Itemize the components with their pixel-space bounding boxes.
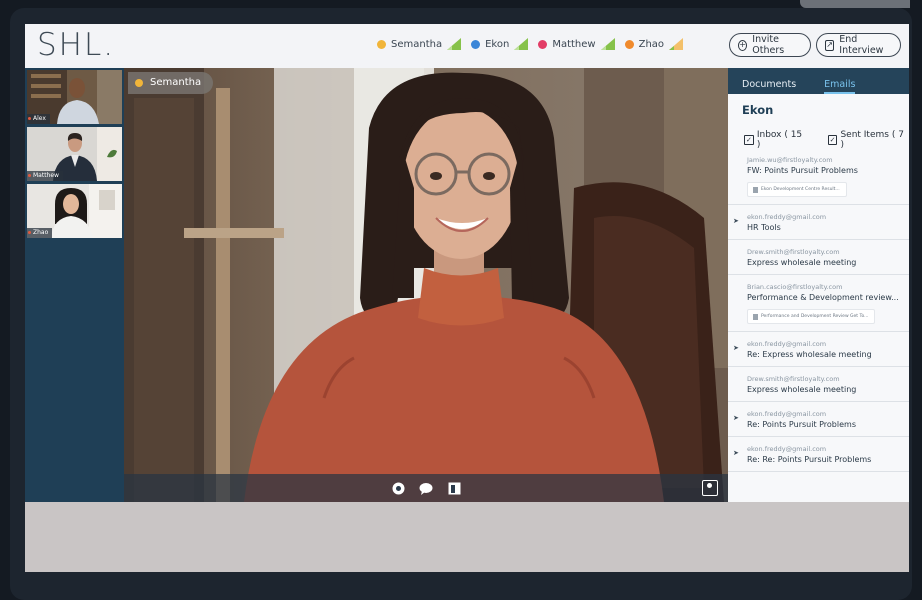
email-item[interactable]: ➤ ekon.freddy@gmail.com HR Tools — [728, 205, 909, 240]
app-screen: SHL. Semantha Ekon Matthew Zhao + Invite… — [25, 24, 909, 572]
email-subject: Re: Re: Points Pursuit Problems — [747, 455, 872, 464]
reply-arrow-icon: ➤ — [733, 217, 739, 225]
email-subject: Re: Points Pursuit Problems — [747, 420, 856, 429]
participant-semantha[interactable]: Semantha — [377, 38, 462, 50]
signal-strength-icon — [669, 38, 684, 50]
participant-zhao[interactable]: Zhao — [624, 38, 684, 50]
email-sender: Drew.smith@firstloyalty.com — [747, 248, 840, 256]
email-subject: Performance & Development review... — [747, 293, 899, 302]
checkbox-icon: ✓ — [744, 135, 754, 145]
reply-arrow-icon: ➤ — [733, 449, 739, 457]
email-item[interactable]: ➤ ekon.freddy@gmail.com Re: Points Pursu… — [728, 402, 909, 437]
reply-arrow-icon: ➤ — [733, 414, 739, 422]
email-subject: Express wholesale meeting — [747, 385, 857, 394]
email-list: Jamie.wu@firstloyalty.com FW: Points Pur… — [728, 148, 909, 472]
reply-arrow-icon: ➤ — [733, 344, 739, 352]
email-sender: ekon.freddy@gmail.com — [747, 213, 827, 221]
invite-others-button[interactable]: + Invite Others — [729, 33, 811, 57]
sent-folder[interactable]: ✓ Sent Items ( 7 ) — [827, 130, 909, 150]
file-icon — [753, 313, 758, 320]
thumbnail-matthew[interactable]: Matthew — [27, 127, 122, 181]
attachment-chip[interactable]: Performance and Development Review Get T… — [747, 309, 876, 324]
self-view-icon[interactable] — [702, 480, 718, 496]
email-sender: ekon.freddy@gmail.com — [747, 445, 827, 453]
settings-icon[interactable] — [391, 481, 405, 495]
plus-circle-icon: + — [738, 39, 748, 51]
end-interview-button[interactable]: ↗ End Interview — [816, 33, 901, 57]
participant-matthew[interactable]: Matthew — [538, 38, 615, 50]
email-sender: ekon.freddy@gmail.com — [747, 410, 827, 418]
status-dot-icon — [624, 39, 634, 49]
device-frame-highlight — [800, 0, 910, 8]
email-item[interactable]: ➤ ekon.freddy@gmail.com Re: Express whol… — [728, 332, 909, 367]
status-dot-icon — [471, 39, 481, 49]
status-dot-icon — [538, 39, 548, 49]
main-video-feed — [124, 68, 728, 502]
participant-ekon[interactable]: Ekon — [471, 38, 529, 50]
shl-logo: SHL. — [37, 27, 115, 63]
tab-documents[interactable]: Documents — [742, 79, 796, 94]
side-panel: Documents Emails Ekon ✓ Inbox ( 15 ) ✓ S… — [728, 68, 909, 502]
thumbnail-name: Zhao — [27, 228, 53, 238]
status-dot-icon — [377, 39, 386, 49]
panel-tabs: Documents Emails — [728, 68, 909, 94]
mail-folders: ✓ Inbox ( 15 ) ✓ Sent Items ( 7 ) — [744, 130, 909, 150]
attachment-name: Performance and Development Review Get T… — [761, 314, 869, 319]
email-item[interactable]: Drew.smith@firstloyalty.com Express whol… — [728, 240, 909, 275]
email-subject: HR Tools — [747, 223, 781, 232]
thumbnail-alex[interactable]: Alex — [27, 70, 122, 124]
contact-name: Ekon — [742, 103, 774, 117]
participant-name: Semantha — [391, 38, 443, 50]
inbox-folder[interactable]: ✓ Inbox ( 15 ) — [744, 130, 808, 150]
checkbox-icon: ✓ — [827, 135, 838, 145]
inbox-label: Inbox ( 15 ) — [756, 130, 803, 150]
email-sender: ekon.freddy@gmail.com — [747, 340, 827, 348]
participant-list: Semantha Ekon Matthew Zhao — [377, 38, 687, 50]
email-subject: Express wholesale meeting — [747, 258, 857, 267]
logo-text: SHL. — [37, 27, 116, 63]
attachment-chip[interactable]: Ekon Development Centre Result... — [747, 182, 847, 197]
email-subject: Re: Express wholesale meeting — [747, 350, 872, 359]
active-speaker-label: Semantha — [128, 72, 214, 94]
email-sender: Drew.smith@firstloyalty.com — [747, 375, 840, 383]
layout-icon[interactable] — [447, 481, 461, 495]
file-icon — [753, 186, 758, 193]
participant-thumbnails: Alex Matthew Zhao — [25, 68, 124, 502]
email-subject: FW: Points Pursuit Problems — [747, 166, 858, 175]
participant-name: Zhao — [638, 38, 665, 50]
email-item[interactable]: Brian.cascio@firstloyalty.com Performanc… — [728, 275, 909, 332]
thumbnail-name: Alex — [27, 114, 50, 124]
exit-icon: ↗ — [825, 39, 835, 51]
invite-others-label: Invite Others — [752, 34, 785, 56]
email-item[interactable]: Drew.smith@firstloyalty.com Express whol… — [728, 367, 909, 402]
video-controls-bar — [124, 474, 728, 502]
email-sender: Jamie.wu@firstloyalty.com — [747, 156, 833, 164]
signal-strength-icon — [600, 38, 615, 50]
thumbnail-zhao[interactable]: Zhao — [27, 184, 122, 238]
participant-name: Ekon — [485, 38, 510, 50]
main-video[interactable]: Semantha — [124, 68, 728, 502]
email-sender: Brian.cascio@firstloyalty.com — [747, 283, 843, 291]
signal-strength-icon — [447, 38, 462, 50]
attachment-name: Ekon Development Centre Result... — [761, 187, 840, 192]
chat-icon[interactable] — [419, 481, 433, 495]
signal-strength-icon — [514, 38, 529, 50]
thumbnail-name: Matthew — [27, 171, 63, 181]
tab-emails[interactable]: Emails — [824, 79, 856, 94]
email-item[interactable]: ➤ ekon.freddy@gmail.com Re: Re: Points P… — [728, 437, 909, 472]
participant-name: Matthew — [552, 38, 596, 50]
email-item[interactable]: Jamie.wu@firstloyalty.com FW: Points Pur… — [728, 148, 909, 205]
end-interview-label: End Interview — [839, 34, 884, 56]
sent-label: Sent Items ( 7 ) — [840, 130, 904, 150]
top-bar: SHL. Semantha Ekon Matthew Zhao + Invite… — [25, 24, 909, 68]
